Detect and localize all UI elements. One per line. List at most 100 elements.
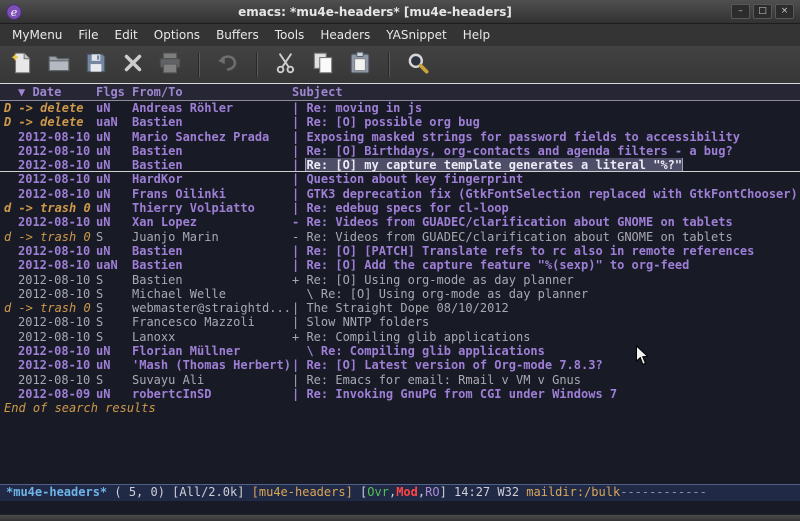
- message-row[interactable]: 2012-08-10uNXan Lopez- Re: Videos from G…: [0, 215, 800, 229]
- paste-button[interactable]: [346, 51, 374, 79]
- menu-item-tools[interactable]: Tools: [267, 25, 313, 45]
- modeline-segment: [: [353, 485, 367, 499]
- message-date: 2012-08-10: [4, 144, 96, 158]
- copy-button[interactable]: [309, 51, 337, 79]
- message-subject: + Re: Compiling glib applications: [292, 330, 800, 344]
- message-row[interactable]: D -> deleteuNAndreas Röhler| Re: moving …: [0, 101, 800, 115]
- message-row[interactable]: 2012-08-10uNBastien| Re: [O] [PATCH] Tra…: [0, 244, 800, 258]
- copy-icon: [310, 50, 336, 80]
- message-flags: uN: [96, 130, 132, 144]
- message-subject: | Re: Invoking GnuPG from CGI under Wind…: [292, 387, 800, 401]
- open-file-button[interactable]: [45, 51, 73, 79]
- message-subject: | Re: [O] my capture template generates …: [292, 158, 800, 171]
- message-row[interactable]: 2012-08-10uNBastien| Re: [O] Birthdays, …: [0, 144, 800, 158]
- message-row[interactable]: 2012-08-10SSuvayu Ali| Re: Emacs for ema…: [0, 373, 800, 387]
- menu-item-headers[interactable]: Headers: [312, 25, 378, 45]
- menu-item-buffers[interactable]: Buffers: [208, 25, 267, 45]
- window-title: emacs: *mu4e-headers* [mu4e-headers]: [22, 5, 728, 19]
- message-flags: uN: [96, 387, 132, 401]
- message-flags: uN: [96, 358, 132, 372]
- modeline-segment: ( 5, 0) [All/2.0k]: [107, 485, 252, 499]
- message-date: 2012-08-10: [4, 244, 96, 258]
- message-from: Bastien: [132, 144, 292, 158]
- message-row[interactable]: 2012-08-10uN'Mash (Thomas Herbert)| Re: …: [0, 358, 800, 372]
- buffer-window: ▼ Date Flgs From/To Subject D -> deleteu…: [0, 84, 800, 484]
- print-button[interactable]: [156, 51, 184, 79]
- message-from: robertcInSD: [132, 387, 292, 401]
- message-date: 2012-08-10: [4, 287, 96, 301]
- message-row[interactable]: 2012-08-10uNFlorian Müllner \ Re: Compil…: [0, 344, 800, 358]
- mode-line[interactable]: *mu4e-headers* ( 5, 0) [All/2.0k] [mu4e-…: [0, 484, 800, 501]
- column-subject[interactable]: Subject: [292, 84, 800, 100]
- cut-button[interactable]: [272, 51, 300, 79]
- menu-item-help[interactable]: Help: [455, 25, 498, 45]
- message-row[interactable]: 2012-08-10uaNBastien| Re: [O] Add the ca…: [0, 258, 800, 272]
- menu-item-edit[interactable]: Edit: [107, 25, 146, 45]
- kill-buffer-button[interactable]: [119, 51, 147, 79]
- message-subject: | The Straight Dope 08/10/2012: [292, 301, 800, 315]
- message-row[interactable]: 2012-08-10uNMario Sanchez Prada| Exposin…: [0, 130, 800, 144]
- column-from[interactable]: From/To: [132, 84, 292, 100]
- message-flags: S: [96, 315, 132, 329]
- titlebar[interactable]: e emacs: *mu4e-headers* [mu4e-headers] –…: [0, 0, 800, 24]
- message-row[interactable]: 2012-08-10SFrancesco Mazzoli| Slow NNTP …: [0, 315, 800, 329]
- message-from: Andreas Röhler: [132, 101, 292, 115]
- message-row[interactable]: d -> trash 0SJuanjo Marin- Re: Videos fr…: [0, 230, 800, 244]
- echo-area: [0, 501, 800, 514]
- minimize-button[interactable]: –: [731, 4, 750, 19]
- message-from: Suvayu Ali: [132, 373, 292, 387]
- message-subject: | Slow NNTP folders: [292, 315, 800, 329]
- message-row[interactable]: 2012-08-10uNFrans Oilinki| GTK3 deprecat…: [0, 187, 800, 201]
- message-row[interactable]: d -> trash 0uNThierry Volpiatto| Re: ede…: [0, 201, 800, 215]
- message-row[interactable]: 2012-08-09uNrobertcInSD| Re: Invoking Gn…: [0, 387, 800, 401]
- message-date: d -> trash 0: [4, 230, 96, 244]
- message-flags: uN: [96, 244, 132, 258]
- kill-buffer-icon: [120, 50, 146, 80]
- message-flags: S: [96, 373, 132, 387]
- message-date: 2012-08-10: [4, 130, 96, 144]
- message-flags: S: [96, 230, 132, 244]
- message-flags: S: [96, 301, 132, 315]
- save-buffer-button[interactable]: [82, 51, 110, 79]
- message-subject: | Question about key fingerprint: [292, 172, 800, 186]
- window-resize-edge[interactable]: [0, 514, 800, 521]
- message-from: 'Mash (Thomas Herbert): [132, 358, 292, 372]
- message-row[interactable]: 2012-08-10uNBastien| Re: [O] my capture …: [0, 158, 800, 172]
- search-button[interactable]: [404, 51, 432, 79]
- message-date: 2012-08-10: [4, 358, 96, 372]
- undo-button[interactable]: [214, 51, 242, 79]
- maximize-button[interactable]: □: [753, 4, 772, 19]
- end-of-results: End of search results: [0, 401, 800, 415]
- message-subject: | Re: [O] Latest version of Org-mode 7.8…: [292, 358, 800, 372]
- menu-item-mymenu[interactable]: MyMenu: [4, 25, 70, 45]
- message-from: Xan Lopez: [132, 215, 292, 229]
- message-row[interactable]: d -> trash 0Swebmaster@straightd...| The…: [0, 301, 800, 315]
- message-flags: uN: [96, 215, 132, 229]
- message-date: D -> delete: [4, 115, 96, 129]
- menu-item-yasnippet[interactable]: YASnippet: [378, 25, 455, 45]
- new-file-icon: [9, 50, 35, 80]
- message-from: Bastien: [132, 258, 292, 272]
- message-subject: | Re: [O] [PATCH] Translate refs to rc a…: [292, 244, 800, 258]
- menu-item-options[interactable]: Options: [146, 25, 208, 45]
- message-subject: - Re: Videos from GUADEC/clarification a…: [292, 215, 800, 229]
- column-date[interactable]: ▼ Date: [4, 84, 96, 100]
- message-from: Bastien: [132, 273, 292, 287]
- new-file-button[interactable]: [8, 51, 36, 79]
- menu-item-file[interactable]: File: [70, 25, 106, 45]
- modeline-segment: 14:27 W32: [454, 485, 526, 499]
- message-flags: uN: [96, 201, 132, 215]
- message-row[interactable]: 2012-08-10SBastien+ Re: [O] Using org-mo…: [0, 273, 800, 287]
- column-flags[interactable]: Flgs: [96, 84, 132, 100]
- message-row[interactable]: 2012-08-10uNHardKor| Question about key …: [0, 172, 800, 186]
- message-from: Lanoxx: [132, 330, 292, 344]
- message-subject: \ Re: [O] Using org-mode as day planner: [292, 287, 800, 301]
- message-date: 2012-08-10: [4, 344, 96, 358]
- message-row[interactable]: 2012-08-10SLanoxx+ Re: Compiling glib ap…: [0, 330, 800, 344]
- message-flags: uN: [96, 344, 132, 358]
- message-from: Bastien: [132, 158, 292, 171]
- message-row[interactable]: D -> deleteuaNBastien| Re: [O] possible …: [0, 115, 800, 129]
- message-date: 2012-08-10: [4, 273, 96, 287]
- close-button[interactable]: ×: [775, 4, 794, 19]
- message-row[interactable]: 2012-08-10SMichael Welle \ Re: [O] Using…: [0, 287, 800, 301]
